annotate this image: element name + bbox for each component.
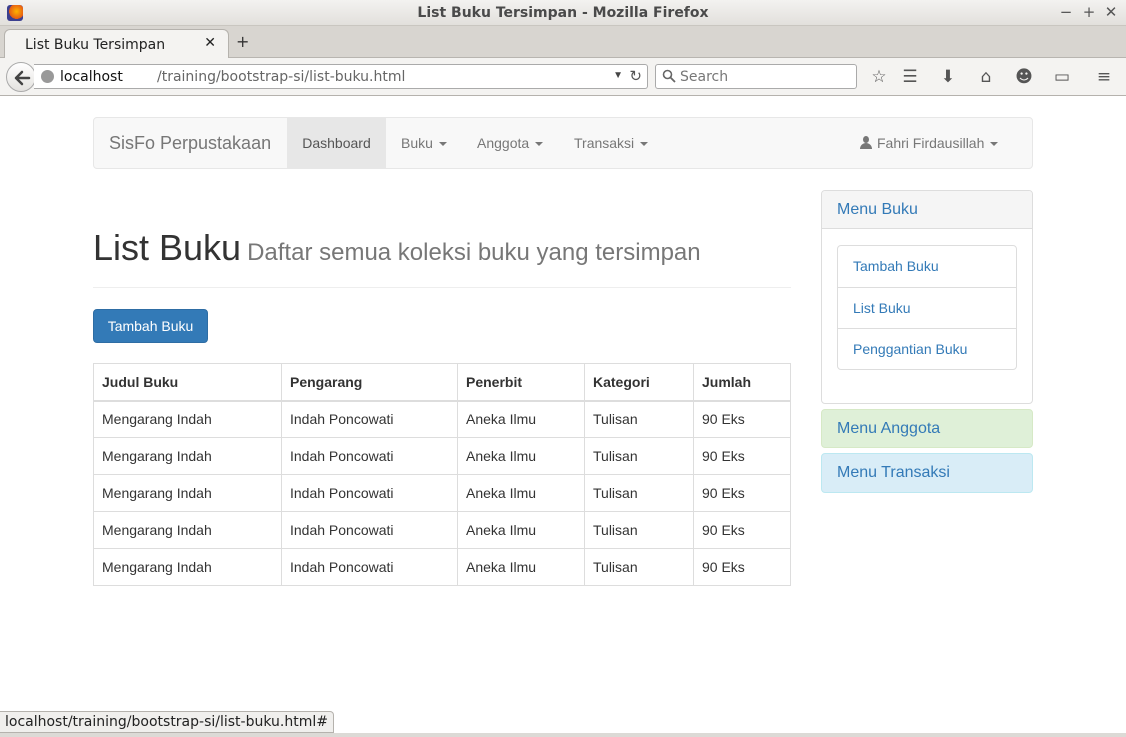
navbar-brand[interactable]: SisFo Perpustakaan [109,133,271,154]
menu-anggota-panel: Menu Anggota [821,409,1033,448]
table-row: Mengarang Indah Indah Poncowati Aneka Il… [93,548,791,586]
table-row: Mengarang Indah Indah Poncowati Aneka Il… [93,511,791,549]
table-header-row: Judul Buku Pengarang Penerbit Kategori J… [93,363,791,402]
column-header: Judul Buku [93,363,282,402]
nav-item-anggota-label: Anggota [477,135,530,151]
table-cell: Indah Poncowati [281,474,458,512]
table-cell: Aneka Ilmu [457,511,585,549]
menu-transaksi-panel: Menu Transaksi [821,453,1033,493]
table-cell: Aneka Ilmu [457,474,585,512]
sidebar-link-penggantian-buku[interactable]: Penggantian Buku [838,328,1016,369]
table-cell: Tulisan [584,400,694,438]
nav-item-anggota[interactable]: Anggota [477,118,544,168]
url-host: localhost [60,69,123,85]
sidebar-link-list-buku[interactable]: List Buku [838,287,1016,328]
caret-down-icon [640,142,649,147]
maximize-icon[interactable]: + [1080,3,1098,21]
tab-strip: List Buku Tersimpan ✕ + [0,26,1126,58]
column-header: Pengarang [281,363,458,402]
window-title: List Buku Tersimpan - Mozilla Firefox [417,5,709,21]
caret-down-icon [438,142,447,147]
reading-list-icon[interactable]: ☰ [899,66,921,88]
status-bar: localhost/training/bootstrap-si/list-buk… [0,711,334,733]
table-cell: Tulisan [584,511,694,549]
menu-buku-panel: Menu Buku Tambah Buku List Buku Penggant… [821,190,1033,404]
nav-item-buku-label: Buku [401,135,433,151]
search-bar[interactable]: Search [655,64,857,89]
close-window-icon[interactable]: ✕ [1102,3,1120,21]
nav-item-transaksi[interactable]: Transaksi [574,118,649,168]
window-titlebar: List Buku Tersimpan - Mozilla Firefox − … [0,0,1126,26]
table-cell: Indah Poncowati [281,511,458,549]
menu-transaksi-heading[interactable]: Menu Transaksi [822,454,1032,492]
search-icon [662,69,676,83]
browser-toolbar: localhost /training/bootstrap-si/list-bu… [0,58,1126,96]
user-icon [860,136,872,149]
column-header: Jumlah [693,363,791,402]
nav-item-transaksi-label: Transaksi [574,135,635,151]
new-tab-icon[interactable]: + [236,32,249,51]
table-cell: 90 Eks [693,437,791,475]
app-navbar: SisFo Perpustakaan Dashboard Buku Anggot… [93,117,1033,169]
caret-down-icon [535,142,544,147]
table-cell: Tulisan [584,548,694,586]
search-placeholder: Search [680,69,729,85]
tambah-buku-button[interactable]: Tambah Buku [93,309,208,343]
table-row: Mengarang Indah Indah Poncowati Aneka Il… [93,400,791,438]
menu-buku-heading[interactable]: Menu Buku [822,191,1032,229]
table-cell: Mengarang Indah [93,400,282,438]
user-name: Fahri Firdausillah [877,135,985,151]
table-cell: Tulisan [584,474,694,512]
page-header: List Buku Daftar semua koleksi buku yang … [93,226,791,288]
download-icon[interactable]: ⬇ [937,66,959,88]
books-table: Judul Buku Pengarang Penerbit Kategori J… [93,363,791,586]
close-tab-icon[interactable]: ✕ [204,35,216,51]
table-cell: 90 Eks [693,511,791,549]
tab-title: List Buku Tersimpan [25,37,166,53]
table-cell: 90 Eks [693,474,791,512]
nav-item-buku[interactable]: Buku [401,118,447,168]
table-cell: Mengarang Indah [93,437,282,475]
table-cell: Indah Poncowati [281,400,458,438]
page-title-text: List Buku [93,227,242,268]
url-bar[interactable]: localhost /training/bootstrap-si/list-bu… [34,64,648,89]
column-header: Penerbit [457,363,585,402]
url-path: /training/bootstrap-si/list-buku.html [157,69,406,85]
hello-icon[interactable]: ☻ [1013,66,1035,88]
table-cell: 90 Eks [693,548,791,586]
table-row: Mengarang Indah Indah Poncowati Aneka Il… [93,437,791,475]
home-icon[interactable]: ⌂ [975,66,997,88]
page-subtitle: Daftar semua koleksi buku yang tersimpan [247,239,701,266]
sidebar-link-tambah-buku[interactable]: Tambah Buku [838,246,1016,287]
window-bottom-border [0,733,1126,737]
table-cell: Aneka Ilmu [457,437,585,475]
table-cell: Tulisan [584,437,694,475]
menu-icon[interactable]: ≡ [1093,66,1115,88]
caret-down-icon [990,142,999,147]
globe-icon [41,70,54,83]
browser-tab[interactable]: List Buku Tersimpan ✕ [4,29,229,58]
reload-icon[interactable]: ↻ [629,67,642,85]
arrow-left-icon [14,70,31,86]
table-row: Mengarang Indah Indah Poncowati Aneka Il… [93,474,791,512]
menu-anggota-heading[interactable]: Menu Anggota [822,410,1032,448]
buku-link-list: Tambah Buku List Buku Penggantian Buku [837,245,1017,370]
nav-item-dashboard[interactable]: Dashboard [287,118,386,168]
sleep-icon[interactable]: ▭ [1051,66,1073,88]
table-cell: Mengarang Indah [93,474,282,512]
table-cell: Aneka Ilmu [457,548,585,586]
nav-item-user[interactable]: Fahri Firdausillah [860,118,999,168]
table-cell: Mengarang Indah [93,511,282,549]
table-cell: Indah Poncowati [281,437,458,475]
column-header: Kategori [584,363,694,402]
table-cell: Indah Poncowati [281,548,458,586]
table-cell: Aneka Ilmu [457,400,585,438]
page-title: List Buku Daftar semua koleksi buku yang … [93,226,791,275]
url-dropdown-icon[interactable]: ▼ [613,70,623,81]
bookmark-star-icon[interactable]: ☆ [868,66,890,88]
minimize-icon[interactable]: − [1057,3,1075,21]
table-cell: 90 Eks [693,400,791,438]
back-button[interactable] [6,62,36,92]
table-cell: Mengarang Indah [93,548,282,586]
